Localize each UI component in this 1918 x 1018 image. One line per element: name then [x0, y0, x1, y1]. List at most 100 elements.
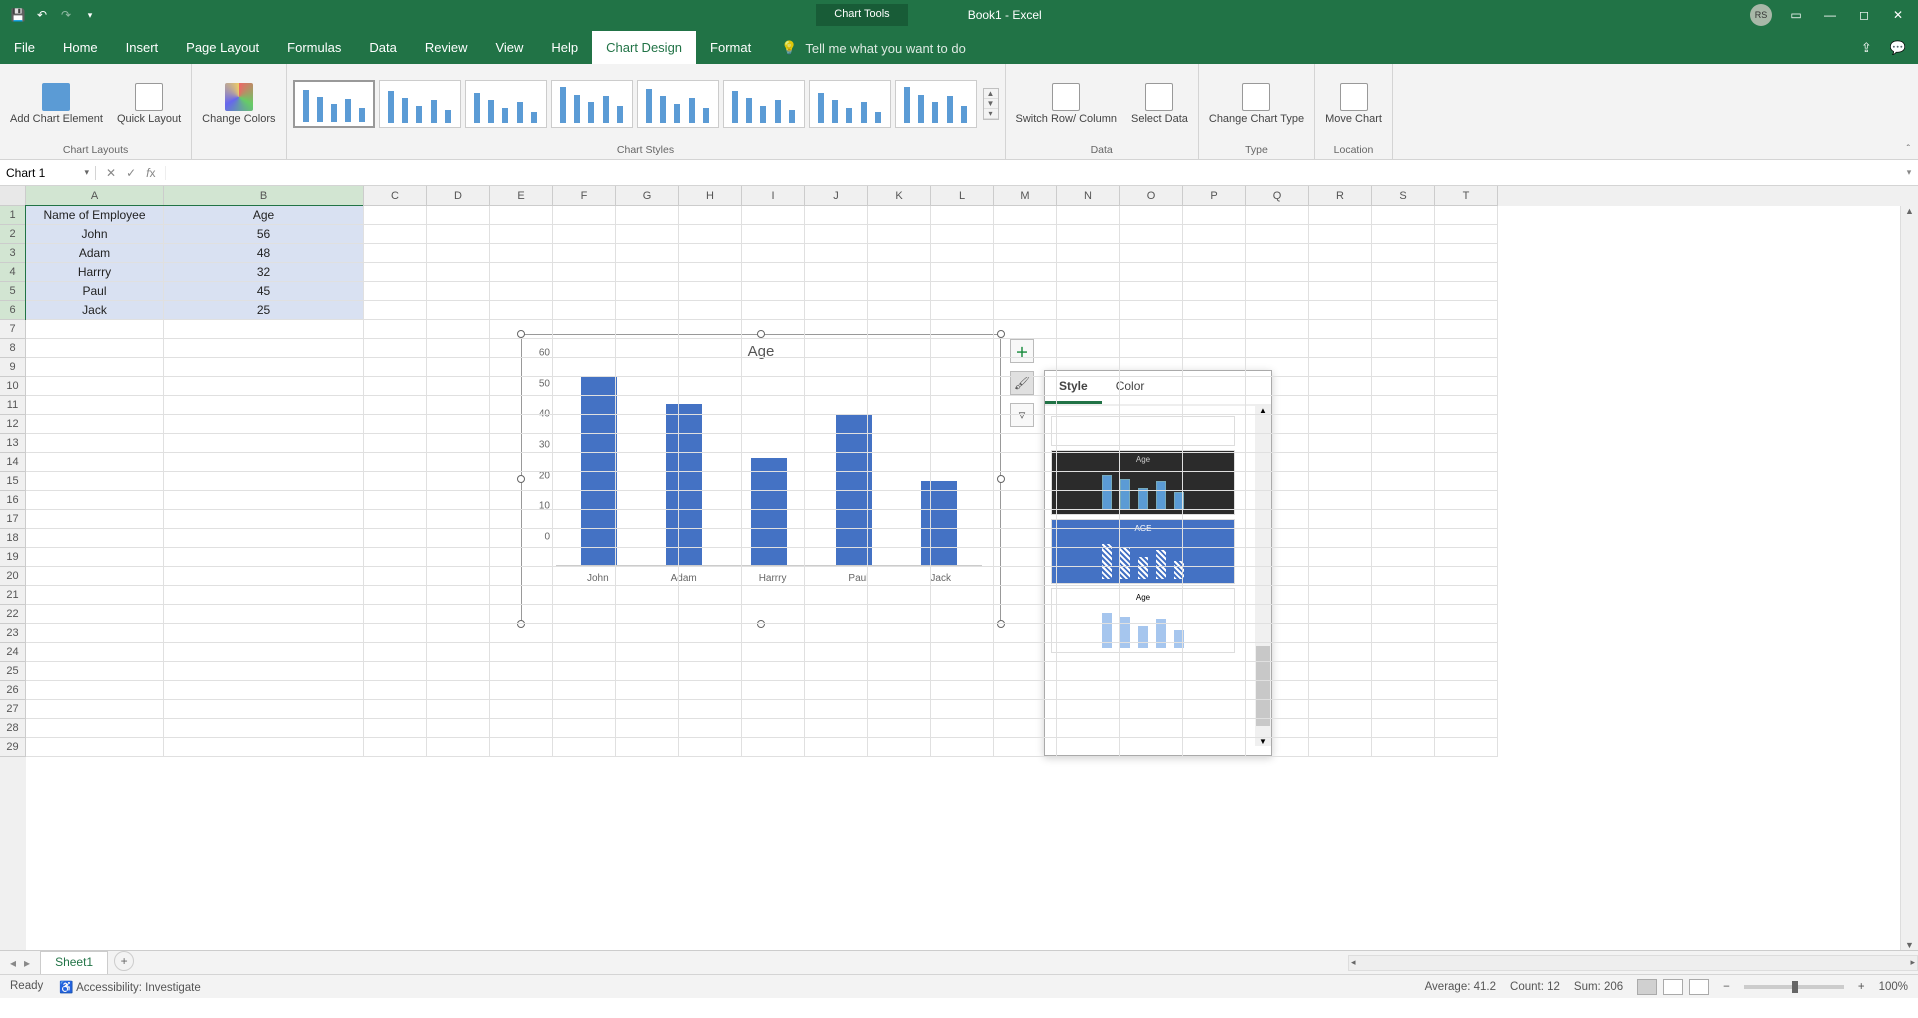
cell-L15[interactable]	[931, 472, 994, 491]
cell-G20[interactable]	[616, 567, 679, 586]
cell-N25[interactable]	[1057, 662, 1120, 681]
cell-N20[interactable]	[1057, 567, 1120, 586]
cell-O29[interactable]	[1120, 738, 1183, 757]
cell-O24[interactable]	[1120, 643, 1183, 662]
cell-K23[interactable]	[868, 624, 931, 643]
close-icon[interactable]: ✕	[1888, 8, 1908, 22]
cell-Q22[interactable]	[1246, 605, 1309, 624]
cell-G4[interactable]	[616, 263, 679, 282]
cell-J20[interactable]	[805, 567, 868, 586]
cell-S11[interactable]	[1372, 396, 1435, 415]
ribbon-style-option-6[interactable]	[723, 80, 805, 128]
cell-O27[interactable]	[1120, 700, 1183, 719]
cell-Q29[interactable]	[1246, 738, 1309, 757]
tab-formulas[interactable]: Formulas	[273, 31, 355, 64]
cell-A24[interactable]	[26, 643, 164, 662]
cell-E27[interactable]	[490, 700, 553, 719]
cell-F12[interactable]	[553, 415, 616, 434]
cell-F3[interactable]	[553, 244, 616, 263]
cell-F10[interactable]	[553, 377, 616, 396]
cell-J19[interactable]	[805, 548, 868, 567]
cell-D16[interactable]	[427, 491, 490, 510]
cell-H15[interactable]	[679, 472, 742, 491]
row-header-11[interactable]: 11	[0, 396, 26, 415]
row-header-1[interactable]: 1	[0, 206, 26, 225]
cell-R16[interactable]	[1309, 491, 1372, 510]
cell-S10[interactable]	[1372, 377, 1435, 396]
cell-A15[interactable]	[26, 472, 164, 491]
cell-H5[interactable]	[679, 282, 742, 301]
cell-E7[interactable]	[490, 320, 553, 339]
cell-H16[interactable]	[679, 491, 742, 510]
cell-B22[interactable]	[164, 605, 364, 624]
cell-A16[interactable]	[26, 491, 164, 510]
select-all-corner[interactable]	[0, 186, 26, 206]
tab-help[interactable]: Help	[537, 31, 592, 64]
cell-M1[interactable]	[994, 206, 1057, 225]
cell-H10[interactable]	[679, 377, 742, 396]
cell-E5[interactable]	[490, 282, 553, 301]
cell-K25[interactable]	[868, 662, 931, 681]
cell-G9[interactable]	[616, 358, 679, 377]
cell-B27[interactable]	[164, 700, 364, 719]
cell-G5[interactable]	[616, 282, 679, 301]
cell-T23[interactable]	[1435, 624, 1498, 643]
cell-K15[interactable]	[868, 472, 931, 491]
cell-I20[interactable]	[742, 567, 805, 586]
cell-E18[interactable]	[490, 529, 553, 548]
cell-Q18[interactable]	[1246, 529, 1309, 548]
cell-L28[interactable]	[931, 719, 994, 738]
cell-T27[interactable]	[1435, 700, 1498, 719]
column-header-L[interactable]: L	[931, 186, 994, 206]
cell-R9[interactable]	[1309, 358, 1372, 377]
cell-I6[interactable]	[742, 301, 805, 320]
chart-styles-gallery[interactable]	[293, 80, 977, 128]
cell-C26[interactable]	[364, 681, 427, 700]
cell-T6[interactable]	[1435, 301, 1498, 320]
cell-D6[interactable]	[427, 301, 490, 320]
cell-J3[interactable]	[805, 244, 868, 263]
cell-B8[interactable]	[164, 339, 364, 358]
cell-D2[interactable]	[427, 225, 490, 244]
cell-L29[interactable]	[931, 738, 994, 757]
cell-R7[interactable]	[1309, 320, 1372, 339]
cell-R12[interactable]	[1309, 415, 1372, 434]
cell-M12[interactable]	[994, 415, 1057, 434]
cell-D15[interactable]	[427, 472, 490, 491]
cell-S20[interactable]	[1372, 567, 1435, 586]
row-header-20[interactable]: 20	[0, 567, 26, 586]
cell-Q21[interactable]	[1246, 586, 1309, 605]
cell-R14[interactable]	[1309, 453, 1372, 472]
cell-L10[interactable]	[931, 377, 994, 396]
column-header-D[interactable]: D	[427, 186, 490, 206]
cell-D11[interactable]	[427, 396, 490, 415]
cell-D22[interactable]	[427, 605, 490, 624]
maximize-icon[interactable]: ◻	[1854, 8, 1874, 22]
cell-M7[interactable]	[994, 320, 1057, 339]
row-header-16[interactable]: 16	[0, 491, 26, 510]
cell-I8[interactable]	[742, 339, 805, 358]
cell-T13[interactable]	[1435, 434, 1498, 453]
cell-T22[interactable]	[1435, 605, 1498, 624]
cell-O11[interactable]	[1120, 396, 1183, 415]
cell-M15[interactable]	[994, 472, 1057, 491]
cell-F17[interactable]	[553, 510, 616, 529]
cell-P28[interactable]	[1183, 719, 1246, 738]
cell-L3[interactable]	[931, 244, 994, 263]
tab-page-layout[interactable]: Page Layout	[172, 31, 273, 64]
cell-L20[interactable]	[931, 567, 994, 586]
cell-N16[interactable]	[1057, 491, 1120, 510]
cell-H13[interactable]	[679, 434, 742, 453]
status-accessibility[interactable]: ♿ Accessibility: Investigate	[59, 980, 201, 994]
cell-G29[interactable]	[616, 738, 679, 757]
cell-R6[interactable]	[1309, 301, 1372, 320]
column-header-G[interactable]: G	[616, 186, 679, 206]
cell-R2[interactable]	[1309, 225, 1372, 244]
cell-R3[interactable]	[1309, 244, 1372, 263]
cell-L1[interactable]	[931, 206, 994, 225]
cell-O19[interactable]	[1120, 548, 1183, 567]
cell-F28[interactable]	[553, 719, 616, 738]
cell-Q27[interactable]	[1246, 700, 1309, 719]
cell-J2[interactable]	[805, 225, 868, 244]
cell-K19[interactable]	[868, 548, 931, 567]
